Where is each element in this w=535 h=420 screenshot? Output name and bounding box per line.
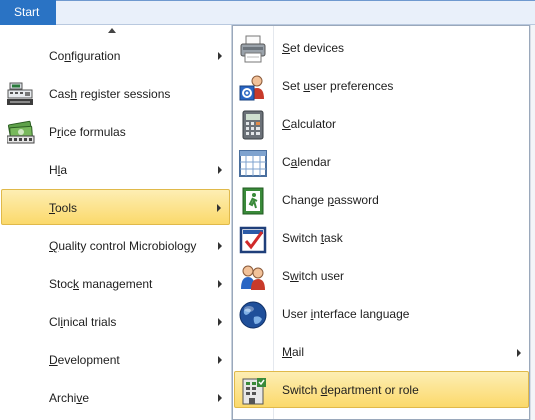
user-settings-icon: [238, 72, 268, 102]
menu-item-user-interface-language[interactable]: User interface language: [234, 296, 529, 333]
submenu-arrow-icon: [218, 356, 222, 364]
menu-item-label: Switch task: [282, 231, 343, 245]
background-edge: [530, 25, 535, 420]
money-icon: [6, 119, 35, 145]
menu-item-label: Stock management: [49, 277, 153, 291]
start-button[interactable]: Start: [0, 0, 56, 25]
menubar-rule: [56, 0, 535, 1]
menu-item-label: User interface language: [282, 307, 410, 321]
exit-door-icon: [238, 186, 268, 216]
start-menu: Configuration Cash register sessions Pri…: [0, 25, 232, 420]
menu-item-set-user-preferences[interactable]: Set user preferences: [234, 68, 529, 105]
calculator-icon: [238, 110, 268, 140]
menu-item-quality-control-microbiology[interactable]: Quality control Microbiology: [1, 228, 230, 264]
menu-item-label: Price formulas: [49, 125, 126, 139]
submenu-arrow-icon: [218, 52, 222, 60]
menu-item-set-devices[interactable]: Set devices: [234, 30, 529, 67]
submenu-arrow-icon: [218, 394, 222, 402]
printer-icon: [238, 34, 268, 64]
menu-item-label: Calculator: [282, 117, 337, 131]
menu-item-calendar[interactable]: Calendar: [234, 144, 529, 181]
scroll-up-arrow-icon[interactable]: [108, 28, 116, 33]
menu-item-switch-user[interactable]: Switch user: [234, 258, 529, 295]
menu-item-label: Configuration: [49, 49, 121, 63]
top-menubar: Start: [0, 0, 535, 25]
menu-item-archive[interactable]: Archive: [1, 380, 230, 416]
menu-item-label: Quality control Microbiology: [49, 239, 197, 253]
menu-item-label: Archive: [49, 391, 90, 405]
submenu-arrow-icon: [517, 349, 521, 357]
department-icon: [239, 376, 269, 406]
menu-item-label: Change password: [282, 193, 379, 207]
menu-item-label: Mail: [282, 345, 305, 359]
menu-item-switch-task[interactable]: Switch task: [234, 220, 529, 257]
menu-item-label: Set user preferences: [282, 79, 394, 93]
menu-item-change-password[interactable]: Change password: [234, 182, 529, 219]
globe-icon: [238, 300, 268, 330]
menu-item-hla[interactable]: Hla: [1, 152, 230, 188]
menu-item-tools[interactable]: Tools: [1, 189, 230, 225]
menu-item-calculator[interactable]: Calculator: [234, 106, 529, 143]
tools-submenu: Set devices Set user preferences Calcula…: [232, 25, 530, 420]
menu-item-switch-department-or-role[interactable]: Switch department or role: [234, 371, 529, 408]
menu-item-label: Clinical trials: [49, 315, 117, 329]
submenu-arrow-icon: [218, 280, 222, 288]
menu-item-stock-management[interactable]: Stock management: [1, 266, 230, 302]
menu-item-clinical-trials[interactable]: Clinical trials: [1, 304, 230, 340]
menu-item-label: Switch user: [282, 269, 345, 283]
menu-item-label: Tools: [49, 201, 78, 215]
cash-register-icon: [7, 81, 35, 107]
menu-item-label: Calendar: [282, 155, 331, 169]
menu-item-label: Development: [49, 353, 120, 367]
task-check-icon: [238, 224, 268, 254]
submenu-arrow-icon: [218, 318, 222, 326]
menu-item-mail[interactable]: Mail: [234, 334, 529, 371]
calendar-icon: [238, 148, 268, 178]
menu-item-label: Set devices: [282, 41, 345, 55]
users-icon: [238, 262, 268, 292]
menu-item-development[interactable]: Development: [1, 342, 230, 378]
menu-item-label: Switch department or role: [282, 383, 419, 397]
menu-item-configuration[interactable]: Configuration: [1, 38, 230, 74]
menu-item-label: Hla: [49, 163, 68, 177]
submenu-arrow-icon: [218, 166, 222, 174]
menu-item-label: Cash register sessions: [49, 87, 171, 101]
submenu-arrow-icon: [218, 242, 222, 250]
menu-item-cash-register-sessions[interactable]: Cash register sessions: [1, 76, 230, 112]
submenu-arrow-icon: [217, 204, 221, 212]
menu-item-price-formulas[interactable]: Price formulas: [1, 114, 230, 150]
